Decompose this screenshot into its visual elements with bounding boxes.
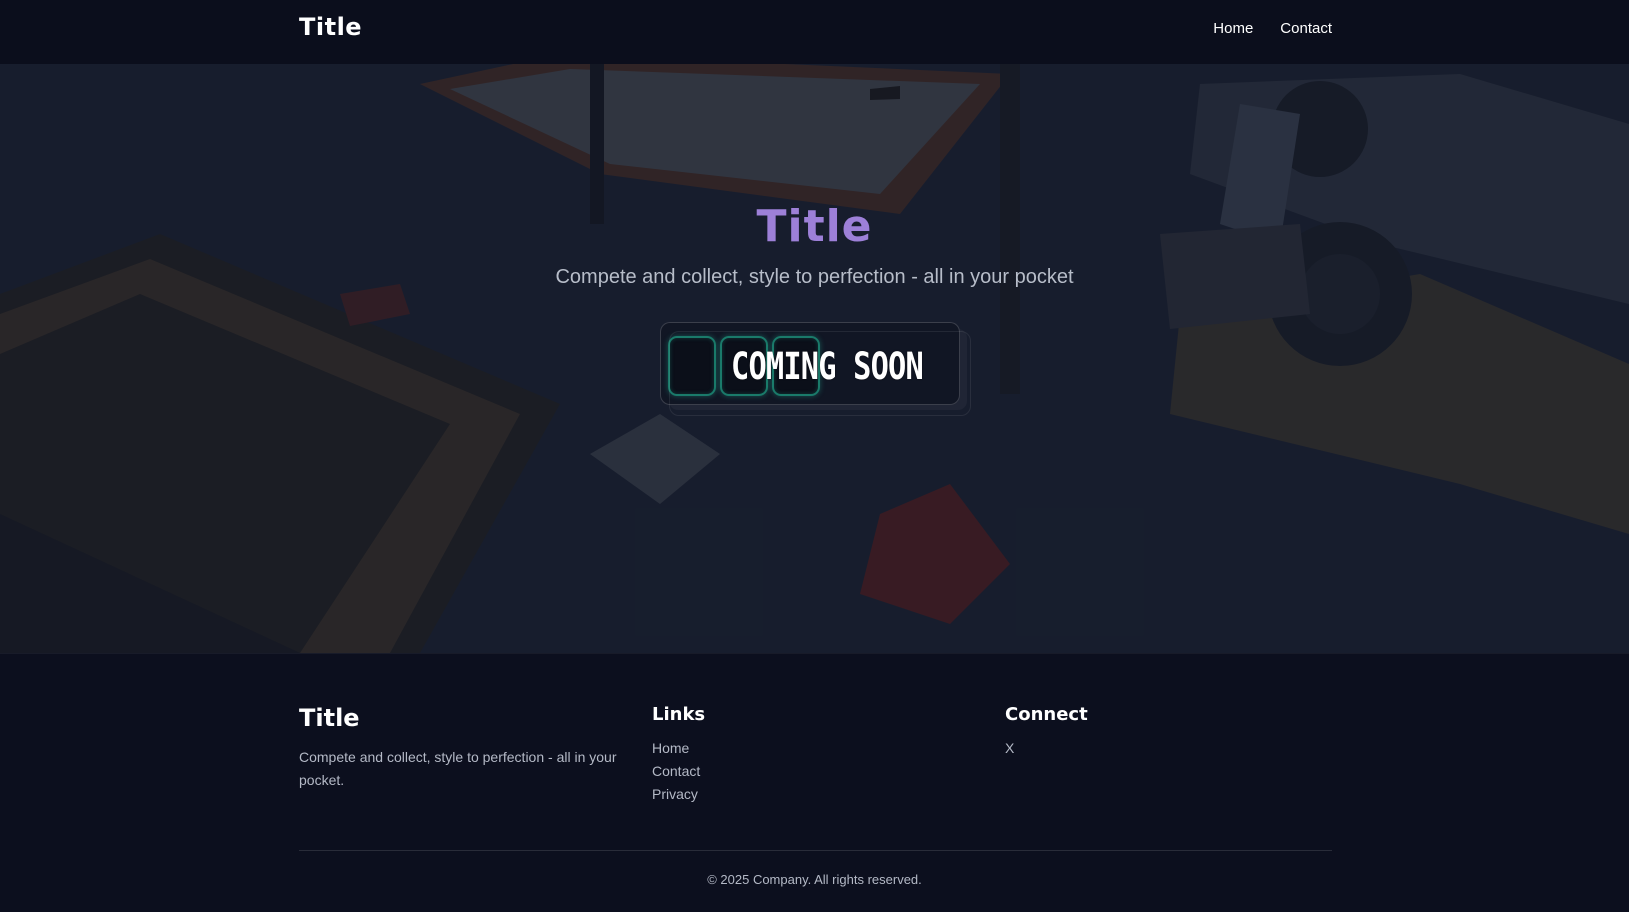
- footer-connect-list: X: [1005, 740, 1014, 763]
- site-footer: Title Compete and collect, style to perf…: [0, 653, 1629, 912]
- main-nav: Home Contact: [1213, 20, 1332, 37]
- footer-link-x[interactable]: X: [1005, 740, 1014, 763]
- footer-links-list: Home Contact Privacy: [652, 740, 700, 809]
- footer-links-heading: Links: [652, 704, 706, 725]
- coming-soon-badge: COMING SOON: [660, 322, 971, 416]
- brand-logo[interactable]: Title: [299, 13, 362, 41]
- footer-divider: [299, 850, 1332, 851]
- footer-link-privacy[interactable]: Privacy: [652, 786, 700, 809]
- footer-link-contact[interactable]: Contact: [652, 763, 700, 786]
- nav-home-link[interactable]: Home: [1213, 20, 1253, 37]
- top-navbar: Title Home Contact: [0, 0, 1629, 64]
- footer-link-home[interactable]: Home: [652, 740, 700, 763]
- footer-connect-heading: Connect: [1005, 704, 1088, 725]
- hero-section: Title Compete and collect, style to perf…: [0, 64, 1629, 653]
- nav-contact-link[interactable]: Contact: [1280, 20, 1332, 37]
- badge-tile: [668, 336, 716, 396]
- hero-title: Title: [756, 201, 873, 252]
- footer-description: Compete and collect, style to perfection…: [299, 749, 617, 788]
- footer-brand[interactable]: Title: [299, 704, 360, 732]
- copyright-text: © 2025 Company. All rights reserved.: [707, 872, 922, 887]
- hero-subtitle: Compete and collect, style to perfection…: [555, 266, 1074, 288]
- coming-soon-text: COMING SOON: [731, 345, 924, 388]
